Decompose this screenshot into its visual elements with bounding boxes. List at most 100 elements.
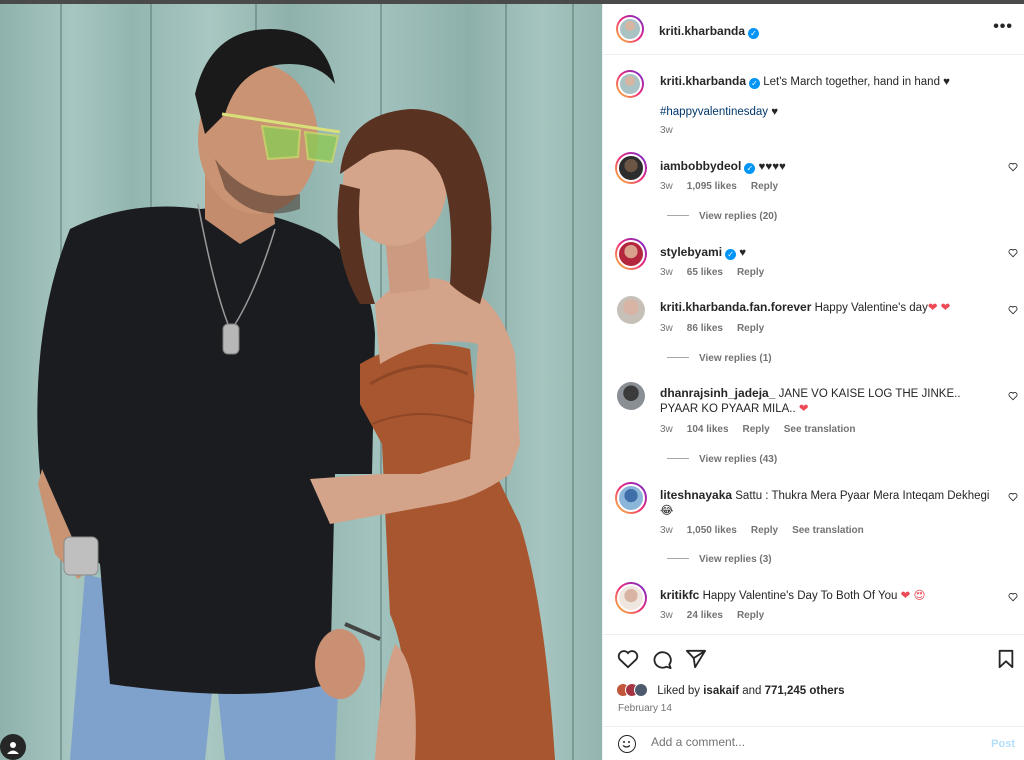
- comment-meta: 3w 86 likes Reply: [660, 323, 778, 334]
- liked-by-mid: and: [739, 685, 765, 697]
- hashtag-link[interactable]: #happyvalentinesday: [660, 106, 768, 118]
- comment-meta: 3w 104 likes Reply See translation: [660, 424, 869, 435]
- comment-emoji: ❤: [798, 403, 809, 415]
- comment-likes[interactable]: 104 likes: [687, 424, 729, 435]
- post-side-panel: kriti.kharbanda ✓ ••• kriti.kharbanda ✓ Le…: [602, 4, 1024, 760]
- reply-button[interactable]: Reply: [737, 267, 764, 278]
- comment-likes[interactable]: 65 likes: [687, 267, 723, 278]
- commenter-username[interactable]: stylebyami: [660, 245, 722, 259]
- comment-like-heart-icon[interactable]: [1008, 592, 1018, 602]
- comment-emoji: ❤ ❤: [927, 302, 951, 314]
- post-photo[interactable]: [0, 4, 602, 760]
- comment-like-heart-icon[interactable]: [1008, 391, 1018, 401]
- comment-body: Happy Valentine's Day To Both Of You: [702, 590, 898, 602]
- view-replies-button[interactable]: View replies (43): [667, 454, 777, 465]
- reply-button[interactable]: Reply: [751, 525, 778, 536]
- commenter-username[interactable]: iambobbydeol: [660, 159, 741, 173]
- share-icon[interactable]: [685, 649, 707, 669]
- couple-illustration: [37, 29, 555, 760]
- comment-text: dhanrajsinh_jadeja_ JANE VO KAISE LOG TH…: [660, 386, 1000, 417]
- commenter-avatar[interactable]: [615, 152, 647, 184]
- comment-like-heart-icon[interactable]: [1008, 305, 1018, 315]
- liked-by-prefix: Liked by: [657, 685, 704, 697]
- commenter-avatar[interactable]: [615, 482, 647, 514]
- post-actions: Liked by isakaif and 771,245 others Febr…: [603, 634, 1024, 726]
- comment-input[interactable]: [651, 735, 971, 749]
- comment-age: 3w: [660, 610, 673, 621]
- commenter-username[interactable]: dhanrajsinh_jadeja_: [660, 386, 775, 400]
- verified-badge-icon: ✓: [725, 249, 737, 260]
- author-username[interactable]: kriti.kharbanda: [659, 24, 745, 38]
- comment-icon[interactable]: [651, 649, 673, 669]
- verified-badge-icon: ✓: [744, 163, 756, 174]
- comment-text: kriti.kharbanda.fan.forever Happy Valent…: [660, 300, 990, 316]
- author-avatar[interactable]: [616, 70, 644, 98]
- caption-tail: ♥: [768, 106, 779, 118]
- liked-by-count[interactable]: 771,245 others: [765, 685, 845, 697]
- comment-body: Sattu : Thukra Mera Pyaar Mera Inteqam D…: [735, 490, 990, 502]
- likes-summary[interactable]: Liked by isakaif and 771,245 others: [616, 683, 845, 697]
- comment-text: iambobbydeol ✓ ♥♥♥♥: [660, 159, 990, 175]
- comment-age: 3w: [660, 181, 673, 192]
- view-replies-button[interactable]: View replies (20): [667, 211, 777, 222]
- post-header: kriti.kharbanda ✓ •••: [603, 4, 1024, 55]
- comment-text: stylebyami ✓ ♥: [660, 245, 990, 261]
- caption-age: 3w: [660, 125, 673, 136]
- comment-text: liteshnayaka Sattu : Thukra Mera Pyaar M…: [660, 488, 1000, 519]
- user-tag-icon[interactable]: [0, 734, 26, 760]
- comment-likes[interactable]: 24 likes: [687, 610, 723, 621]
- comments-list[interactable]: kriti.kharbanda ✓ Let's March together, h…: [603, 56, 1024, 634]
- view-replies-button[interactable]: View replies (1): [667, 353, 772, 364]
- heart-icon[interactable]: [617, 649, 639, 669]
- emoji-icon[interactable]: [618, 735, 636, 753]
- comment-likes[interactable]: 1,095 likes: [687, 181, 737, 192]
- verified-badge-icon: ✓: [748, 28, 760, 39]
- comment-age: 3w: [660, 267, 673, 278]
- verified-badge-icon: ✓: [749, 78, 761, 89]
- comment-meta: 3w 24 likes Reply: [660, 610, 778, 621]
- post-button[interactable]: Post: [991, 738, 1015, 750]
- caption-text: kriti.kharbanda ✓ Let's March together, h…: [660, 74, 990, 120]
- caption-meta: 3w: [660, 125, 687, 136]
- comment-like-heart-icon[interactable]: [1008, 162, 1018, 172]
- comment-likes[interactable]: 86 likes: [687, 323, 723, 334]
- liked-by-user[interactable]: isakaif: [703, 685, 739, 697]
- commenter-username[interactable]: kriti.kharbanda.fan.forever: [660, 300, 811, 314]
- commenter-avatar[interactable]: [615, 238, 647, 270]
- comment-body: ♥: [739, 247, 747, 259]
- see-translation-button[interactable]: See translation: [784, 424, 856, 435]
- reply-button[interactable]: Reply: [737, 323, 764, 334]
- comment-like-heart-icon[interactable]: [1008, 492, 1018, 502]
- commenter-avatar[interactable]: [617, 296, 645, 324]
- liker-avatar: [634, 683, 648, 697]
- caption-body: Let's March together, hand in hand ♥: [763, 76, 950, 88]
- comment-text: kritikfc Happy Valentine's Day To Both O…: [660, 588, 990, 604]
- comment-age: 3w: [660, 525, 673, 536]
- comment-emoji: ❤ 😍: [900, 590, 926, 602]
- comment-like-heart-icon[interactable]: [1008, 248, 1018, 258]
- caption-username[interactable]: kriti.kharbanda: [660, 74, 746, 88]
- view-replies-button[interactable]: View replies (3): [667, 554, 772, 565]
- comment-meta: 3w 1,050 likes Reply See translation: [660, 525, 878, 536]
- more-icon[interactable]: •••: [993, 18, 1013, 36]
- post-date: February 14: [618, 703, 672, 714]
- comment-age: 3w: [660, 424, 673, 435]
- author-avatar[interactable]: [616, 15, 644, 43]
- commenter-username[interactable]: kritikfc: [660, 588, 699, 602]
- comment-meta: 3w 65 likes Reply: [660, 267, 778, 278]
- comment-age: 3w: [660, 323, 673, 334]
- comment-likes[interactable]: 1,050 likes: [687, 525, 737, 536]
- commenter-avatar[interactable]: [617, 382, 645, 410]
- bookmark-icon[interactable]: [997, 649, 1015, 669]
- see-translation-button[interactable]: See translation: [792, 525, 864, 536]
- comment-meta: 3w 1,095 likes Reply: [660, 181, 792, 192]
- comment-body: Happy Valentine's day: [814, 302, 928, 314]
- comment-body: ♥♥♥♥: [758, 161, 786, 173]
- comment-emoji: 😂: [660, 505, 674, 517]
- add-comment-bar: Post: [603, 726, 1024, 760]
- reply-button[interactable]: Reply: [751, 181, 778, 192]
- reply-button[interactable]: Reply: [743, 424, 770, 435]
- commenter-avatar[interactable]: [615, 582, 647, 614]
- reply-button[interactable]: Reply: [737, 610, 764, 621]
- commenter-username[interactable]: liteshnayaka: [660, 488, 732, 502]
